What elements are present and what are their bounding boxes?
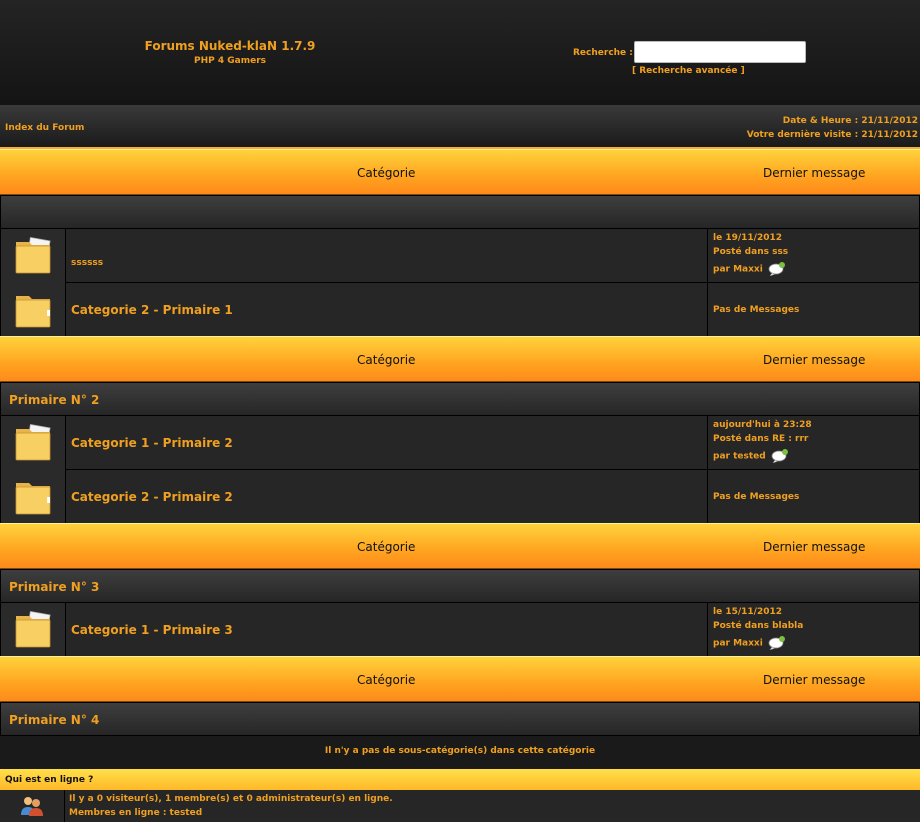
last-post-date: le 19/11/2012	[713, 233, 782, 243]
last-message-cell: Pas de Messages	[708, 283, 920, 337]
forum-link[interactable]: Categorie 1 - Primaire 3	[71, 623, 233, 637]
forum-link[interactable]: ssssss	[71, 258, 103, 268]
table-header: Catégorie Dernier message	[0, 656, 920, 702]
table-header: Catégorie Dernier message	[0, 149, 920, 195]
forum-link[interactable]: Categorie 1 - Primaire 2	[71, 436, 233, 450]
folder-icon	[15, 483, 51, 515]
speech-bubble-icon[interactable]	[771, 449, 789, 463]
folder-icon	[15, 236, 51, 274]
last-post-topic[interactable]: Posté dans sss	[713, 247, 788, 257]
forum-icon-cell	[0, 229, 66, 283]
online-members: Membres en ligne : tested	[69, 808, 203, 818]
column-category: Catégorie	[357, 166, 416, 180]
column-category: Catégorie	[357, 353, 416, 367]
table-header: Catégorie Dernier message	[0, 336, 920, 382]
speech-bubble-icon[interactable]	[768, 262, 786, 276]
search-label: Recherche :	[573, 48, 633, 58]
column-category: Catégorie	[357, 673, 416, 687]
online-panel: Il y a 0 visiteur(s), 1 membre(s) et 0 a…	[0, 790, 920, 822]
online-stats: Il y a 0 visiteur(s), 1 membre(s) et 0 a…	[69, 794, 393, 804]
primary-category-title[interactable]: Primaire N° 4	[0, 702, 920, 736]
folder-icon	[15, 423, 51, 461]
breadcrumb-bar: Index du Forum Date & Heure : 21/11/2012…	[0, 105, 920, 149]
last-post-author[interactable]: par tested	[713, 452, 766, 462]
search-input[interactable]	[634, 41, 806, 63]
date-time: Date & Heure : 21/11/2012	[782, 116, 918, 126]
forum-row: Categorie 2 - Primaire 1 Pas de Messages	[0, 283, 920, 337]
no-messages: Pas de Messages	[713, 305, 800, 315]
table-header: Catégorie Dernier message	[0, 523, 920, 569]
forum-row: Categorie 2 - Primaire 2 Pas de Messages	[0, 470, 920, 524]
last-post-topic[interactable]: Posté dans blabla	[713, 621, 803, 631]
primary-category-title[interactable]: Primaire N° 2	[0, 382, 920, 416]
forum-link[interactable]: Categorie 2 - Primaire 2	[71, 490, 233, 504]
empty-category-message: Il n'y a pas de sous-catégorie(s) dans c…	[0, 736, 920, 769]
last-post-date: aujourd'hui à 23:28	[713, 420, 812, 430]
column-last-message: Dernier message	[763, 540, 866, 554]
site-header: Forums Nuked-klaN 1.7.9 PHP 4 Gamers Rec…	[0, 0, 920, 105]
last-post-topic[interactable]: Posté dans RE : rrr	[713, 434, 808, 444]
forum-icon-cell	[0, 283, 66, 337]
last-post-date: le 15/11/2012	[713, 607, 782, 617]
users-icon	[21, 797, 43, 816]
forum-link[interactable]: Categorie 2 - Primaire 1	[71, 303, 233, 317]
column-last-message: Dernier message	[763, 673, 866, 687]
forum-icon-cell	[0, 603, 66, 657]
forum-row: ssssss le 19/11/2012 Posté dans sss par …	[0, 229, 920, 283]
online-header: Qui est en ligne ?	[0, 769, 920, 790]
last-message-cell: aujourd'hui à 23:28 Posté dans RE : rrr …	[708, 416, 920, 470]
last-message-cell: Pas de Messages	[708, 470, 920, 524]
primary-category-title	[0, 195, 920, 229]
no-messages: Pas de Messages	[713, 492, 800, 502]
folder-icon	[15, 610, 51, 648]
forum-row: Categorie 1 - Primaire 2 aujourd'hui à 2…	[0, 416, 920, 470]
last-message-cell: le 15/11/2012 Posté dans blabla par Maxx…	[708, 603, 920, 657]
column-category: Catégorie	[357, 540, 416, 554]
last-post-author[interactable]: par Maxxi	[713, 265, 763, 275]
forum-index-link[interactable]: Index du Forum	[5, 123, 84, 133]
forum-row: Categorie 1 - Primaire 3 le 15/11/2012 P…	[0, 603, 920, 657]
forum-icon-cell	[0, 470, 66, 524]
column-last-message: Dernier message	[763, 166, 866, 180]
site-subtitle: PHP 4 Gamers	[194, 56, 266, 66]
forum-icon-cell	[0, 416, 66, 470]
last-visit: Votre dernière visite : 21/11/2012	[746, 130, 918, 140]
folder-icon	[15, 296, 51, 328]
last-post-author[interactable]: par Maxxi	[713, 639, 763, 649]
site-title: Forums Nuked-klaN 1.7.9	[144, 39, 316, 53]
column-last-message: Dernier message	[763, 353, 866, 367]
primary-category-title[interactable]: Primaire N° 3	[0, 569, 920, 603]
last-message-cell: le 19/11/2012 Posté dans sss par Maxxi	[708, 229, 920, 283]
online-title: Qui est en ligne ?	[5, 775, 94, 785]
speech-bubble-icon[interactable]	[768, 636, 786, 650]
advanced-search-link[interactable]: [ Recherche avancée ]	[632, 66, 745, 76]
